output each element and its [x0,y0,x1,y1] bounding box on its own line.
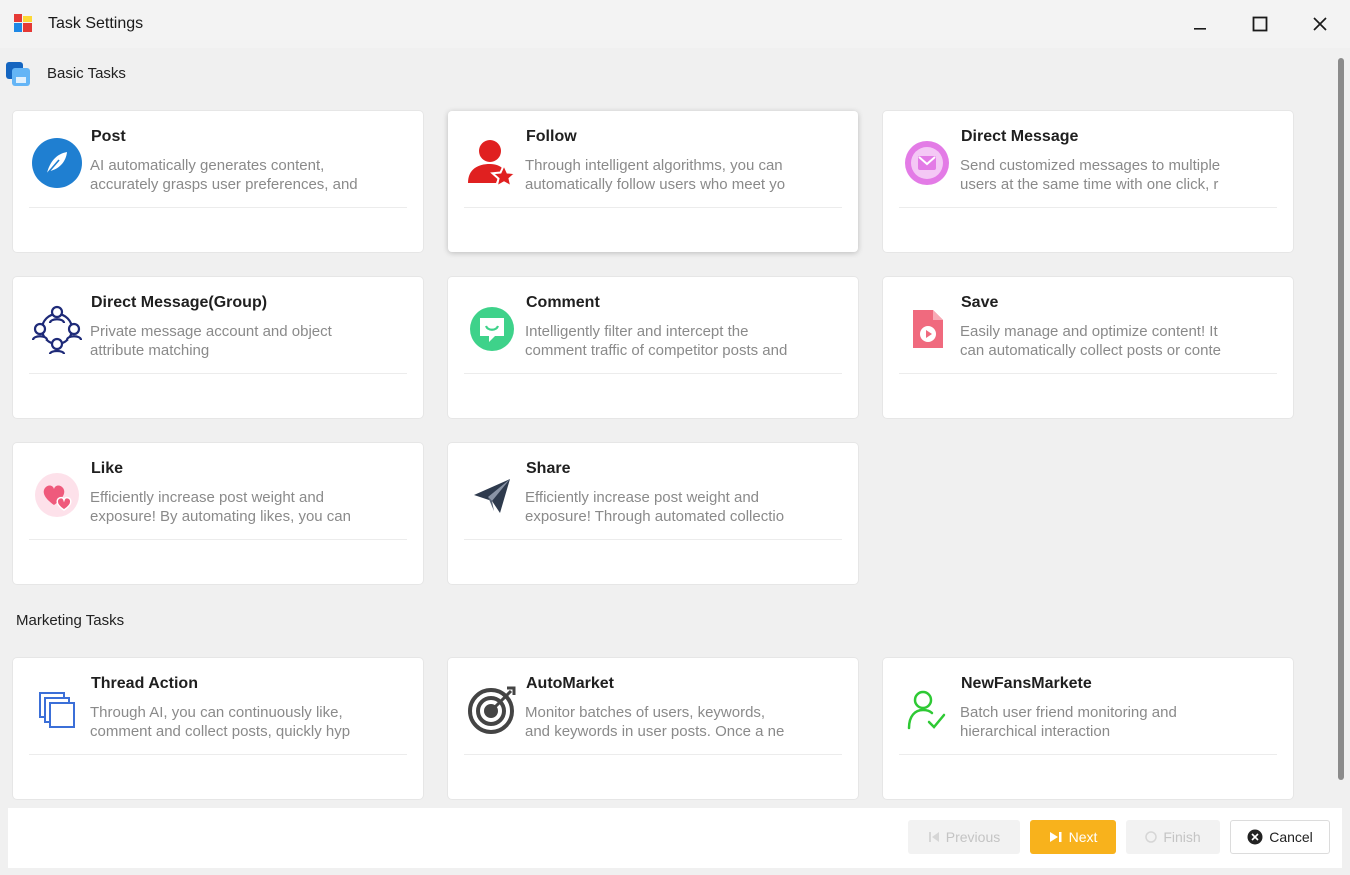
task-card-comment[interactable]: Comment Intelligently filter and interce… [448,277,858,418]
card-description: Batch user friend monitoring and hierarch… [960,704,1177,740]
feather-icon [31,137,83,189]
close-icon [1313,17,1327,31]
cancel-button[interactable]: Cancel [1230,820,1330,854]
card-description: Efficiently increase post weight and expo… [525,489,785,525]
message-envelope-icon [901,137,953,189]
card-title: Thread Action [91,675,198,692]
task-list-area: Basic Tasks Post AI automatically genera… [0,48,1332,806]
card-description: AI automatically generates content, accur… [90,157,358,193]
comment-bubble-icon [466,303,518,355]
divider [464,539,842,540]
dialog-footer: Previous Next Finish Cancel [8,808,1342,868]
card-title: Direct Message [961,128,1079,145]
task-card-automarket[interactable]: AutoMarket Monitor batches of users, key… [448,658,858,799]
next-icon [1049,832,1062,842]
paper-plane-icon [466,469,518,521]
divider [29,373,407,374]
card-title: Post [91,128,126,145]
card-title: Save [961,294,999,311]
section-basic-tasks: Basic Tasks [47,65,126,82]
maximize-button[interactable] [1237,8,1283,40]
divider [29,207,407,208]
divider [464,373,842,374]
card-description: Intelligently filter and intercept the co… [525,323,788,359]
divider [899,373,1277,374]
user-check-icon [901,684,953,736]
card-title: AutoMarket [526,675,615,692]
basic-tasks-icon [6,62,30,86]
task-card-thread-action[interactable]: Thread Action Through AI, you can contin… [13,658,423,799]
title-bar: Task Settings [0,0,1350,48]
task-card-direct-message-group[interactable]: Direct Message(Group) Private message ac… [13,277,423,418]
card-title: Comment [526,294,600,311]
minimize-button[interactable] [1177,8,1223,40]
card-description: Monitor batches of users, keywords, and k… [525,704,785,740]
finish-icon [1145,831,1158,843]
card-title: Share [526,460,571,477]
task-card-share[interactable]: Share Efficiently increase post weight a… [448,443,858,584]
close-button[interactable] [1297,8,1343,40]
divider [29,754,407,755]
previous-icon [928,832,939,842]
card-description: Through AI, you can continuously like, co… [90,704,351,740]
task-card-direct-message[interactable]: Direct Message Send customized messages … [883,111,1293,252]
next-label: Next [1068,829,1098,845]
cancel-label: Cancel [1269,829,1313,845]
app-icon [14,14,32,32]
task-card-like[interactable]: Like Efficiently increase post weight an… [13,443,423,584]
card-description: Through intelligent algorithms, you can a… [525,157,786,193]
card-title: Follow [526,128,577,145]
maximize-icon [1252,16,1268,32]
task-card-newfansmarkete[interactable]: NewFansMarkete Batch user friend monitor… [883,658,1293,799]
cancel-icon [1247,829,1263,845]
card-description: Easily manage and optimize content! It ca… [960,323,1221,359]
divider [464,207,842,208]
minimize-icon [1194,28,1206,30]
divider [464,754,842,755]
card-description: Send customized messages to multiple user… [960,157,1221,193]
card-title: Direct Message(Group) [91,294,268,311]
next-button[interactable]: Next [1030,820,1116,854]
card-description: Private message account and object attrib… [90,323,332,359]
divider [899,207,1277,208]
hearts-icon [31,469,83,521]
task-card-post[interactable]: Post AI automatically generates content,… [13,111,423,252]
save-file-icon [901,303,953,355]
task-card-follow[interactable]: Follow Through intelligent algorithms, y… [448,111,858,252]
finish-label: Finish [1163,829,1201,845]
card-title: Like [91,460,124,477]
divider [29,539,407,540]
stacked-layers-icon [31,684,83,736]
previous-button[interactable]: Previous [908,820,1020,854]
group-network-icon [31,303,83,355]
window-title: Task Settings [48,15,144,32]
target-icon [466,684,518,736]
divider [899,754,1277,755]
scrollbar-thumb[interactable] [1338,58,1344,780]
previous-label: Previous [945,829,1001,845]
user-star-icon [466,137,518,189]
card-description: Efficiently increase post weight and expo… [90,489,351,525]
task-card-save[interactable]: Save Easily manage and optimize content!… [883,277,1293,418]
finish-button[interactable]: Finish [1126,820,1220,854]
card-title: NewFansMarkete [961,675,1092,692]
section-marketing-tasks: Marketing Tasks [16,612,125,629]
